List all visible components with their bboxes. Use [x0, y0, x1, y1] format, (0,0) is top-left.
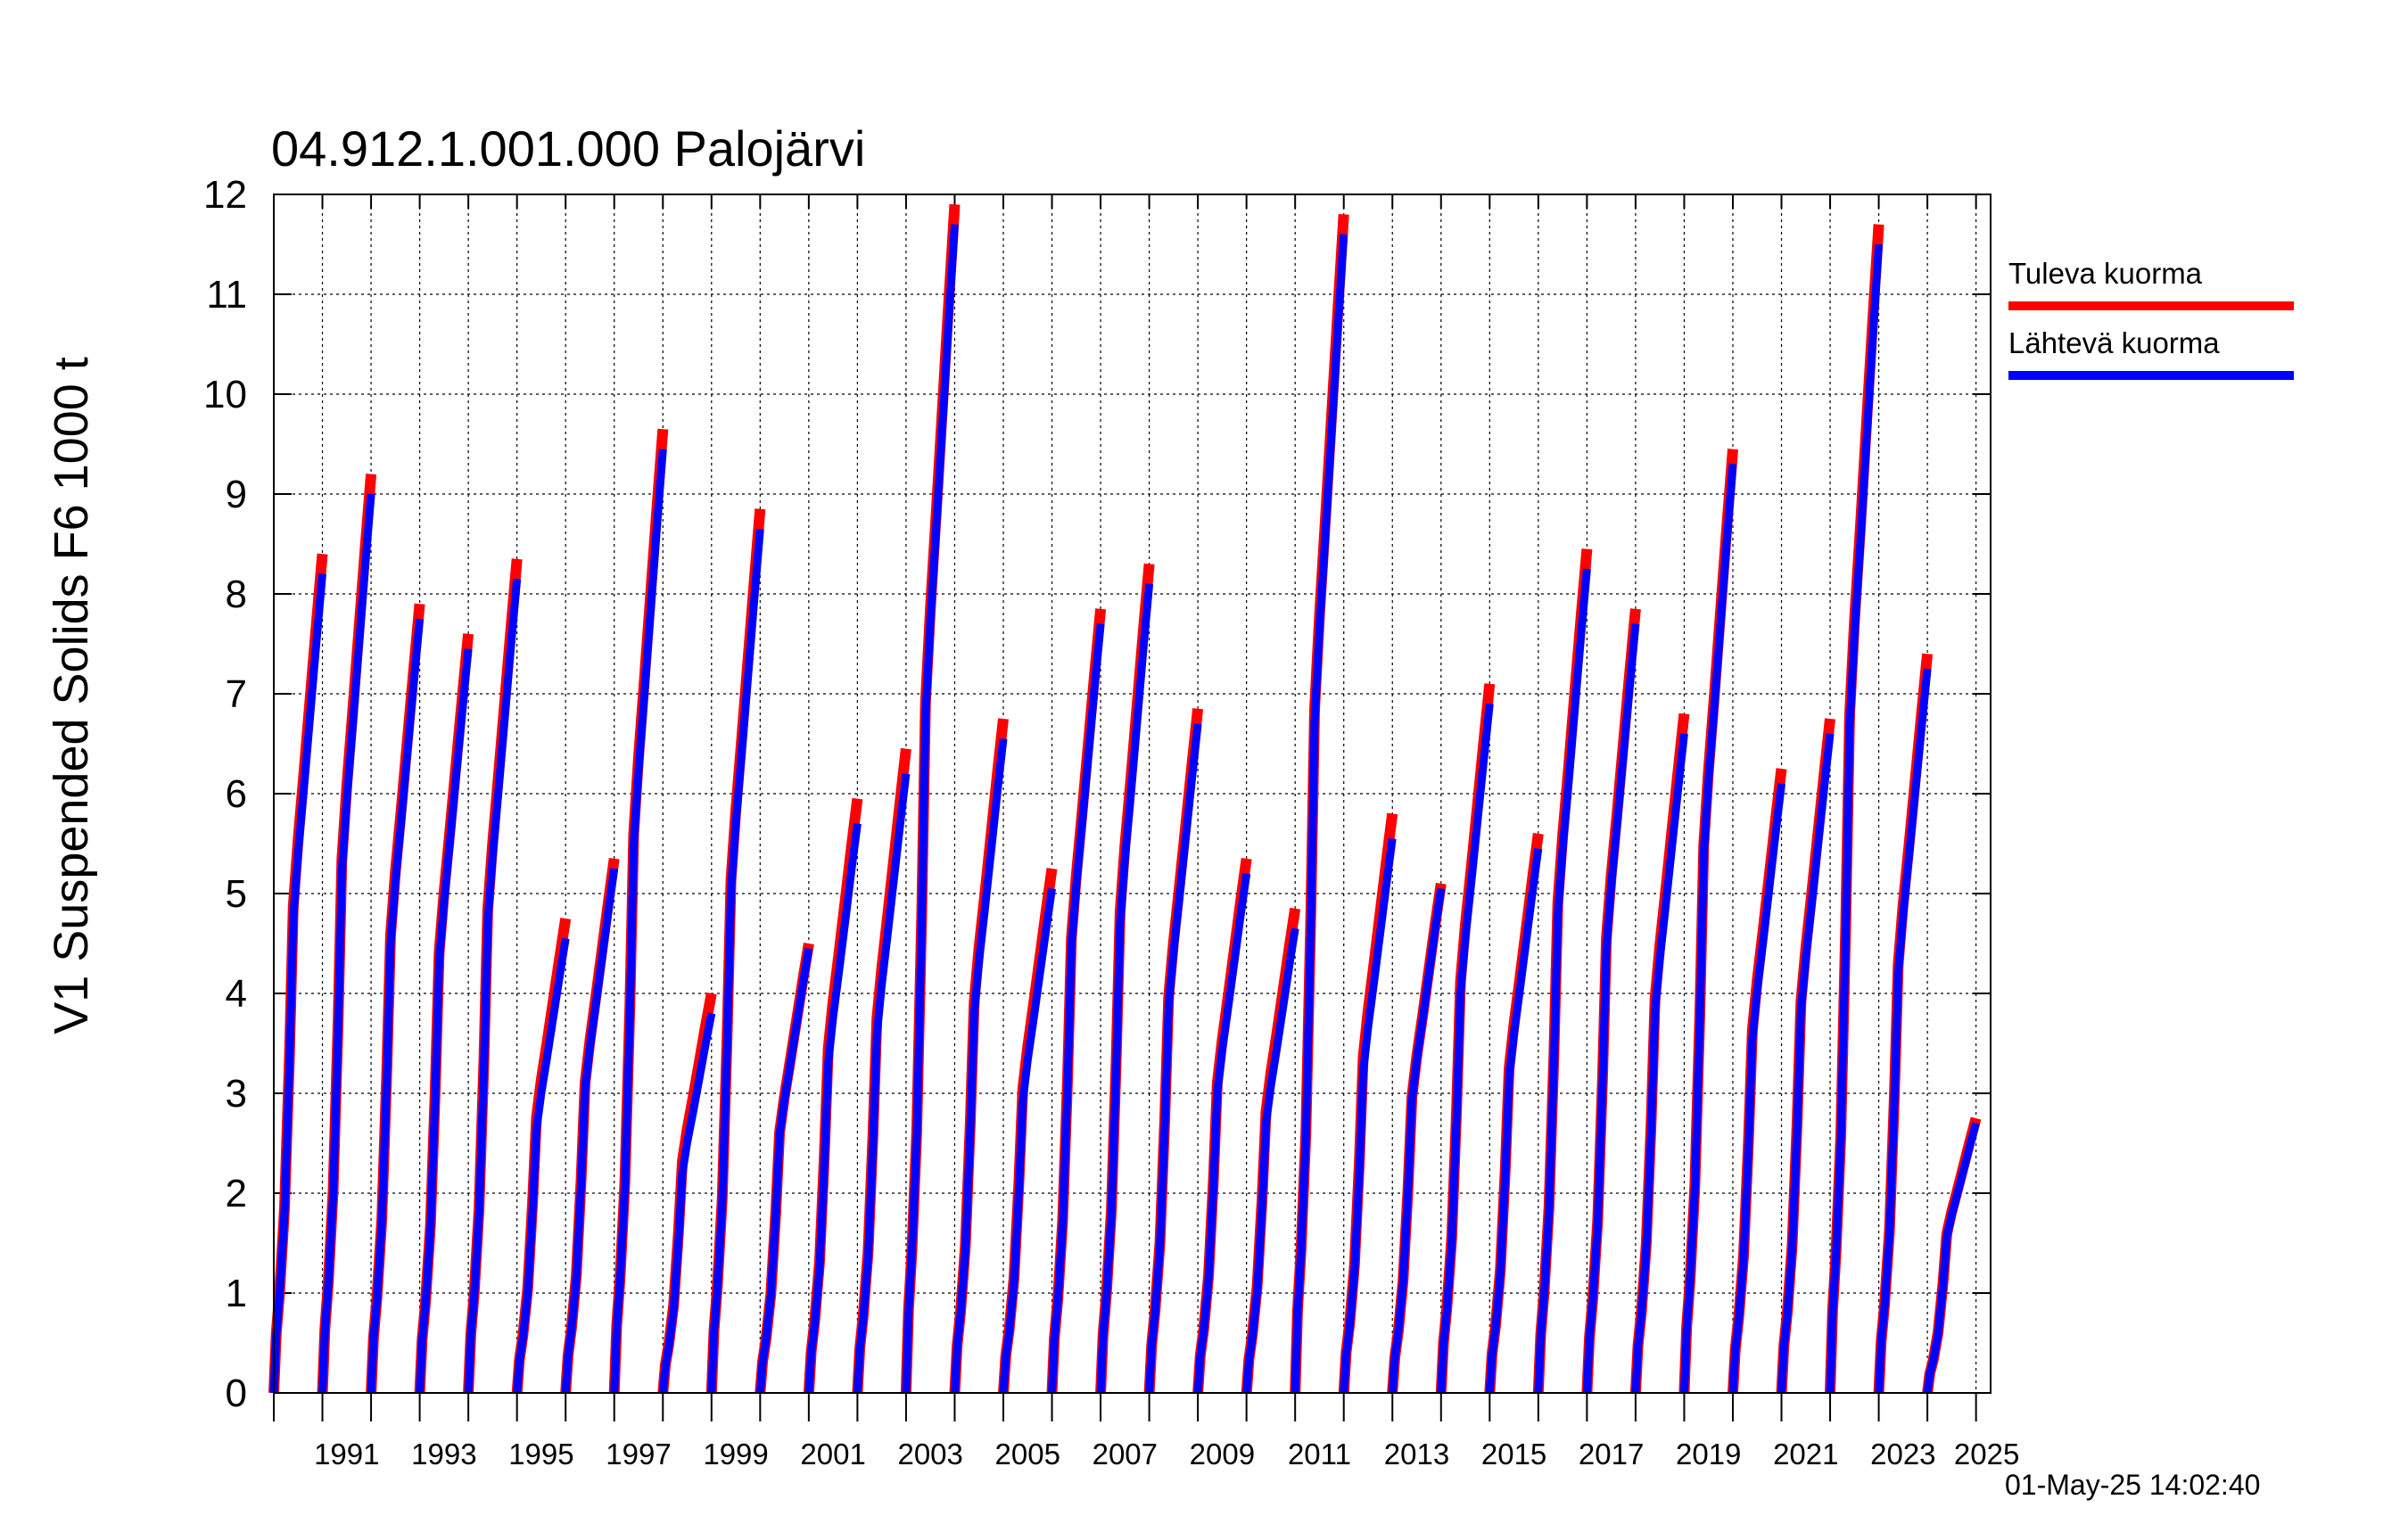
series-lahteva-year-segment [658, 1012, 716, 1394]
x-tick-label: 2023 [1870, 1438, 1935, 1471]
series-lahteva-year-segment [1534, 568, 1591, 1394]
series-lahteva-year-segment [1777, 733, 1835, 1394]
x-tick-label: 2025 [1954, 1438, 2019, 1471]
series-lahteva-year-segment [1631, 733, 1688, 1394]
series-lahteva-year-segment [1096, 583, 1154, 1394]
y-tick-label: 2 [226, 1172, 247, 1215]
series-lahteva-year-segment [1388, 887, 1446, 1394]
series-lahteva-year-segment [1485, 848, 1543, 1394]
series-lahteva-year-segment [1048, 623, 1105, 1394]
series-layer [268, 203, 1982, 1394]
x-tick-label: 2007 [1093, 1438, 1158, 1471]
x-tick-label: 1995 [508, 1438, 573, 1471]
x-tick-label: 1997 [606, 1438, 671, 1471]
series-lahteva-year-segment [1291, 234, 1348, 1394]
y-tick-label: 1 [226, 1272, 247, 1315]
x-tick-label: 2005 [995, 1438, 1060, 1471]
timestamp: 01-May-25 14:02:40 [2005, 1469, 2261, 1501]
series-lahteva-year-segment [561, 868, 619, 1394]
x-tick-label: 2001 [800, 1438, 865, 1471]
y-tick-label: 6 [226, 772, 247, 816]
series-lahteva-year-segment [755, 947, 813, 1394]
y-tick-label: 7 [226, 672, 247, 716]
series-lahteva-year-segment [804, 823, 862, 1394]
series-lahteva-year-segment [367, 618, 425, 1394]
series-lahteva-year-segment [1728, 783, 1785, 1394]
y-tick-label: 11 [206, 273, 247, 317]
x-tick-label: 2017 [1579, 1438, 1644, 1471]
y-tick-label: 3 [226, 1072, 247, 1116]
series-lahteva-year-segment [853, 773, 911, 1394]
legend-label-lahteva: Lähtevä kuorma [2008, 326, 2220, 359]
x-tick-label: 2003 [897, 1438, 962, 1471]
chart-canvas: 1991 1993 1995 1997 1999 2001 2003 2005 2007 2009… [203, 173, 2294, 1471]
series-lahteva-year-segment [1340, 837, 1397, 1394]
y-tick-label: 0 [226, 1372, 247, 1415]
series-lahteva-year-segment [416, 648, 473, 1394]
chart-title: 04.912.1.001.000 Palojärvi [271, 120, 866, 177]
series-lahteva-year-segment [1875, 668, 1932, 1394]
x-tick-label: 2019 [1676, 1438, 1741, 1471]
x-tick-label: 2009 [1190, 1438, 1255, 1471]
x-tick-label: 2011 [1288, 1438, 1351, 1471]
y-tick-label: 12 [203, 173, 247, 217]
series-lahteva-year-segment [902, 224, 959, 1394]
series-lahteva-year-segment [951, 737, 1008, 1394]
x-tick-label: 2021 [1773, 1438, 1838, 1471]
series-lahteva-year-segment [1437, 703, 1494, 1394]
x-tick-label: 1991 [314, 1438, 379, 1471]
y-tick-label: 8 [226, 573, 247, 616]
series-lahteva-year-segment [269, 573, 326, 1394]
x-tick-label: 1993 [411, 1438, 476, 1471]
y-tick-label: 5 [226, 872, 247, 916]
series-lahteva-year-segment [318, 493, 375, 1394]
series-lahteva-year-segment [707, 528, 764, 1394]
series-lahteva-year-segment [1242, 927, 1299, 1394]
series-lahteva-year-segment [1679, 464, 1737, 1394]
x-tick-label: 2015 [1481, 1438, 1546, 1471]
series-lahteva-year-segment [1826, 243, 1884, 1394]
y-tick-label: 9 [226, 473, 247, 516]
series-lahteva-year-segment [999, 887, 1056, 1394]
y-tick-label: 4 [226, 972, 247, 1016]
y-tick-label: 10 [203, 373, 247, 416]
x-tick-label: 2013 [1384, 1438, 1449, 1471]
x-axis-ticks: 1991 1993 1995 1997 1999 2001 2003 2005 2007 2009… [273, 194, 2019, 1471]
x-tick-label: 1999 [703, 1438, 768, 1471]
series-lahteva-year-segment [1193, 872, 1251, 1394]
series-lahteva-year-segment [1582, 623, 1640, 1394]
series-lahteva-year-segment [513, 937, 570, 1394]
series-lahteva-year-segment [1923, 1122, 1980, 1394]
y-axis-label: V1 Suspended Solids F6 1000 t [45, 357, 98, 1034]
series-lahteva-year-segment [610, 449, 667, 1394]
series-lahteva-year-segment [464, 578, 522, 1394]
legend-label-tuleva: Tuleva kuorma [2008, 257, 2203, 290]
